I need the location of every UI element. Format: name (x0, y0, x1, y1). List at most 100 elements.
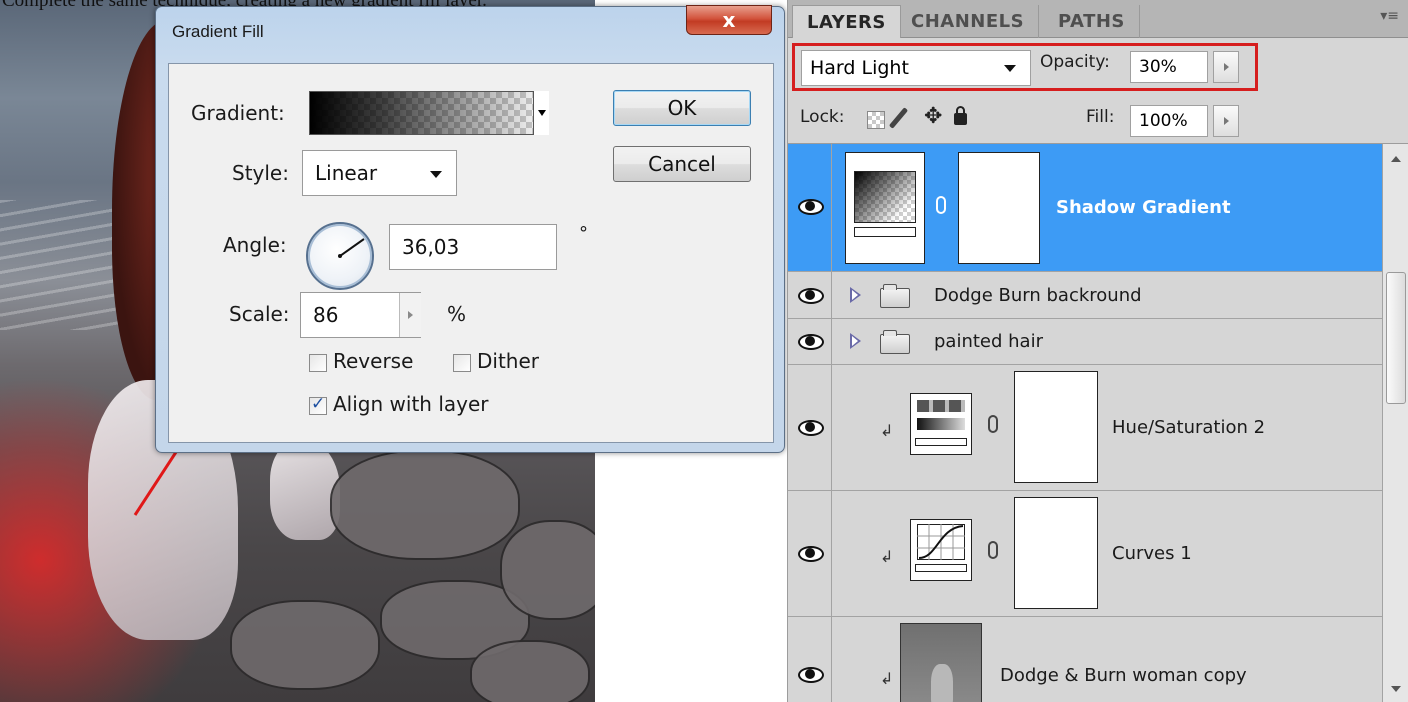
visibility-toggle[interactable] (788, 319, 832, 364)
style-value: Linear (315, 161, 378, 185)
clipping-arrow-icon: ↲ (880, 547, 894, 566)
lock-shackle (956, 106, 965, 115)
layer-mask-thumbnail (958, 152, 1040, 264)
style-label: Style: (232, 161, 289, 185)
layer-name: Dodge Burn backround (934, 285, 1142, 306)
lock-all-icon[interactable] (954, 106, 967, 125)
align-with-layer-checkbox[interactable] (309, 394, 327, 415)
angle-dial[interactable] (306, 222, 374, 290)
tab-layers[interactable]: LAYERS (792, 5, 901, 38)
visibility-toggle[interactable] (788, 272, 832, 318)
layer-row[interactable]: Shadow Gradient (788, 144, 1382, 272)
eye-icon (798, 667, 824, 683)
layer-name: Curves 1 (1112, 543, 1192, 564)
fill-input[interactable]: 100% (1130, 105, 1208, 137)
blend-mode-select[interactable]: Hard Light (801, 50, 1031, 86)
layer-mask-thumbnail (1014, 497, 1098, 609)
layer-row[interactable]: Dodge Burn backround (788, 272, 1382, 319)
gradient-picker[interactable] (309, 91, 549, 135)
lock-row: Lock: ✥ Fill: 100% (788, 96, 1408, 144)
folder-icon (880, 284, 910, 308)
layer-name: Shadow Gradient (1056, 197, 1231, 218)
scale-stepper-arrow-icon[interactable] (399, 293, 421, 337)
layers-scrollbar[interactable] (1382, 144, 1408, 702)
gradient-fill-thumbnail (845, 152, 925, 264)
eye-icon (798, 420, 824, 436)
fill-slider-arrow-icon[interactable] (1213, 105, 1239, 137)
lock-brush-icon[interactable] (888, 107, 909, 129)
slider-bar (915, 564, 967, 572)
lock-label: Lock: (800, 107, 845, 127)
scale-value: 86 (313, 303, 339, 327)
clipping-arrow-icon: ↲ (880, 421, 894, 440)
layer-row[interactable]: ↲ Dodge & Burn woman copy (788, 617, 1382, 702)
cancel-button[interactable]: Cancel (613, 146, 751, 182)
eye-icon (798, 334, 824, 350)
ok-button[interactable]: OK (613, 90, 751, 126)
chevron-down-icon (1004, 65, 1016, 72)
clipping-arrow-icon: ↲ (880, 669, 894, 688)
eye-icon (798, 199, 824, 215)
lock-transparent-icon[interactable] (867, 111, 885, 129)
layers-panel: LAYERS CHANNELS PATHS ▾≡ Hard Light Opac… (787, 0, 1408, 702)
visibility-toggle[interactable] (788, 365, 832, 490)
opacity-input[interactable]: 30% (1130, 51, 1208, 83)
visibility-toggle[interactable] (788, 144, 832, 271)
degree-symbol: ° (579, 223, 588, 244)
layer-name: Dodge & Burn woman copy (1000, 665, 1247, 686)
layer-row[interactable]: ↲ Curves 1 (788, 491, 1382, 617)
curve-graph-icon (917, 524, 965, 560)
scale-label: Scale: (229, 302, 290, 326)
curves-icon (910, 519, 972, 581)
hue-bar (917, 400, 965, 412)
dialog-body: Gradient: Style: Linear Angle: 36,03 ° S… (168, 63, 774, 443)
figure-silhouette (931, 664, 953, 702)
layer-name: painted hair (934, 331, 1043, 352)
opacity-label: Opacity: (1040, 52, 1110, 72)
chevron-down-icon (430, 171, 442, 178)
lock-move-icon[interactable]: ✥ (924, 104, 942, 129)
layer-mask-thumbnail (1014, 371, 1098, 483)
folder-icon (880, 330, 910, 354)
visibility-toggle[interactable] (788, 491, 832, 616)
fill-label: Fill: (1086, 107, 1115, 127)
chain-link-icon[interactable] (988, 541, 998, 559)
close-button[interactable]: x (686, 5, 772, 35)
reverse-checkbox[interactable] (309, 354, 327, 372)
layer-thumbnail (900, 623, 982, 702)
gradient-fill-dialog: Gradient Fill x Gradient: Style: Linear … (155, 5, 785, 453)
gradient-label: Gradient: (191, 101, 285, 125)
angle-input[interactable]: 36,03 (389, 224, 557, 270)
expand-triangle-icon[interactable] (850, 333, 861, 349)
gradient-swatch-thumb (854, 171, 916, 223)
reverse-label: Reverse (333, 349, 414, 373)
chain-link-icon[interactable] (936, 196, 946, 214)
gradient-ramp-thumb (854, 227, 916, 237)
tab-channels[interactable]: CHANNELS (897, 5, 1040, 38)
scroll-thumb[interactable] (1386, 272, 1406, 404)
panel-tabs: LAYERS CHANNELS PATHS ▾≡ (788, 0, 1408, 38)
layers-list: Shadow Gradient Dodge Burn backround pai… (788, 144, 1382, 702)
panel-menu-icon[interactable]: ▾≡ (1380, 8, 1399, 24)
angle-needle-icon (338, 238, 365, 258)
percent-symbol: % (447, 302, 467, 326)
scroll-down-arrow-icon[interactable] (1391, 686, 1401, 692)
scroll-up-arrow-icon[interactable] (1391, 156, 1401, 162)
dither-label: Dither (477, 349, 540, 373)
slider-bar (915, 438, 967, 446)
eye-icon (798, 546, 824, 562)
dither-checkbox[interactable] (453, 354, 471, 372)
blend-mode-value: Hard Light (810, 57, 909, 79)
blend-options-row: Hard Light Opacity: 30% (788, 38, 1408, 96)
layer-row[interactable]: painted hair (788, 319, 1382, 365)
eye-icon (798, 288, 824, 304)
expand-triangle-icon[interactable] (850, 287, 861, 303)
dialog-title: Gradient Fill (172, 22, 264, 41)
opacity-slider-arrow-icon[interactable] (1213, 51, 1239, 83)
chain-link-icon[interactable] (988, 415, 998, 433)
chevron-down-icon[interactable] (533, 91, 549, 135)
layer-row[interactable]: ↲ Hue/Saturation 2 (788, 365, 1382, 491)
visibility-toggle[interactable] (788, 617, 832, 702)
style-select[interactable]: Linear (302, 150, 457, 196)
tab-paths[interactable]: PATHS (1044, 5, 1140, 38)
